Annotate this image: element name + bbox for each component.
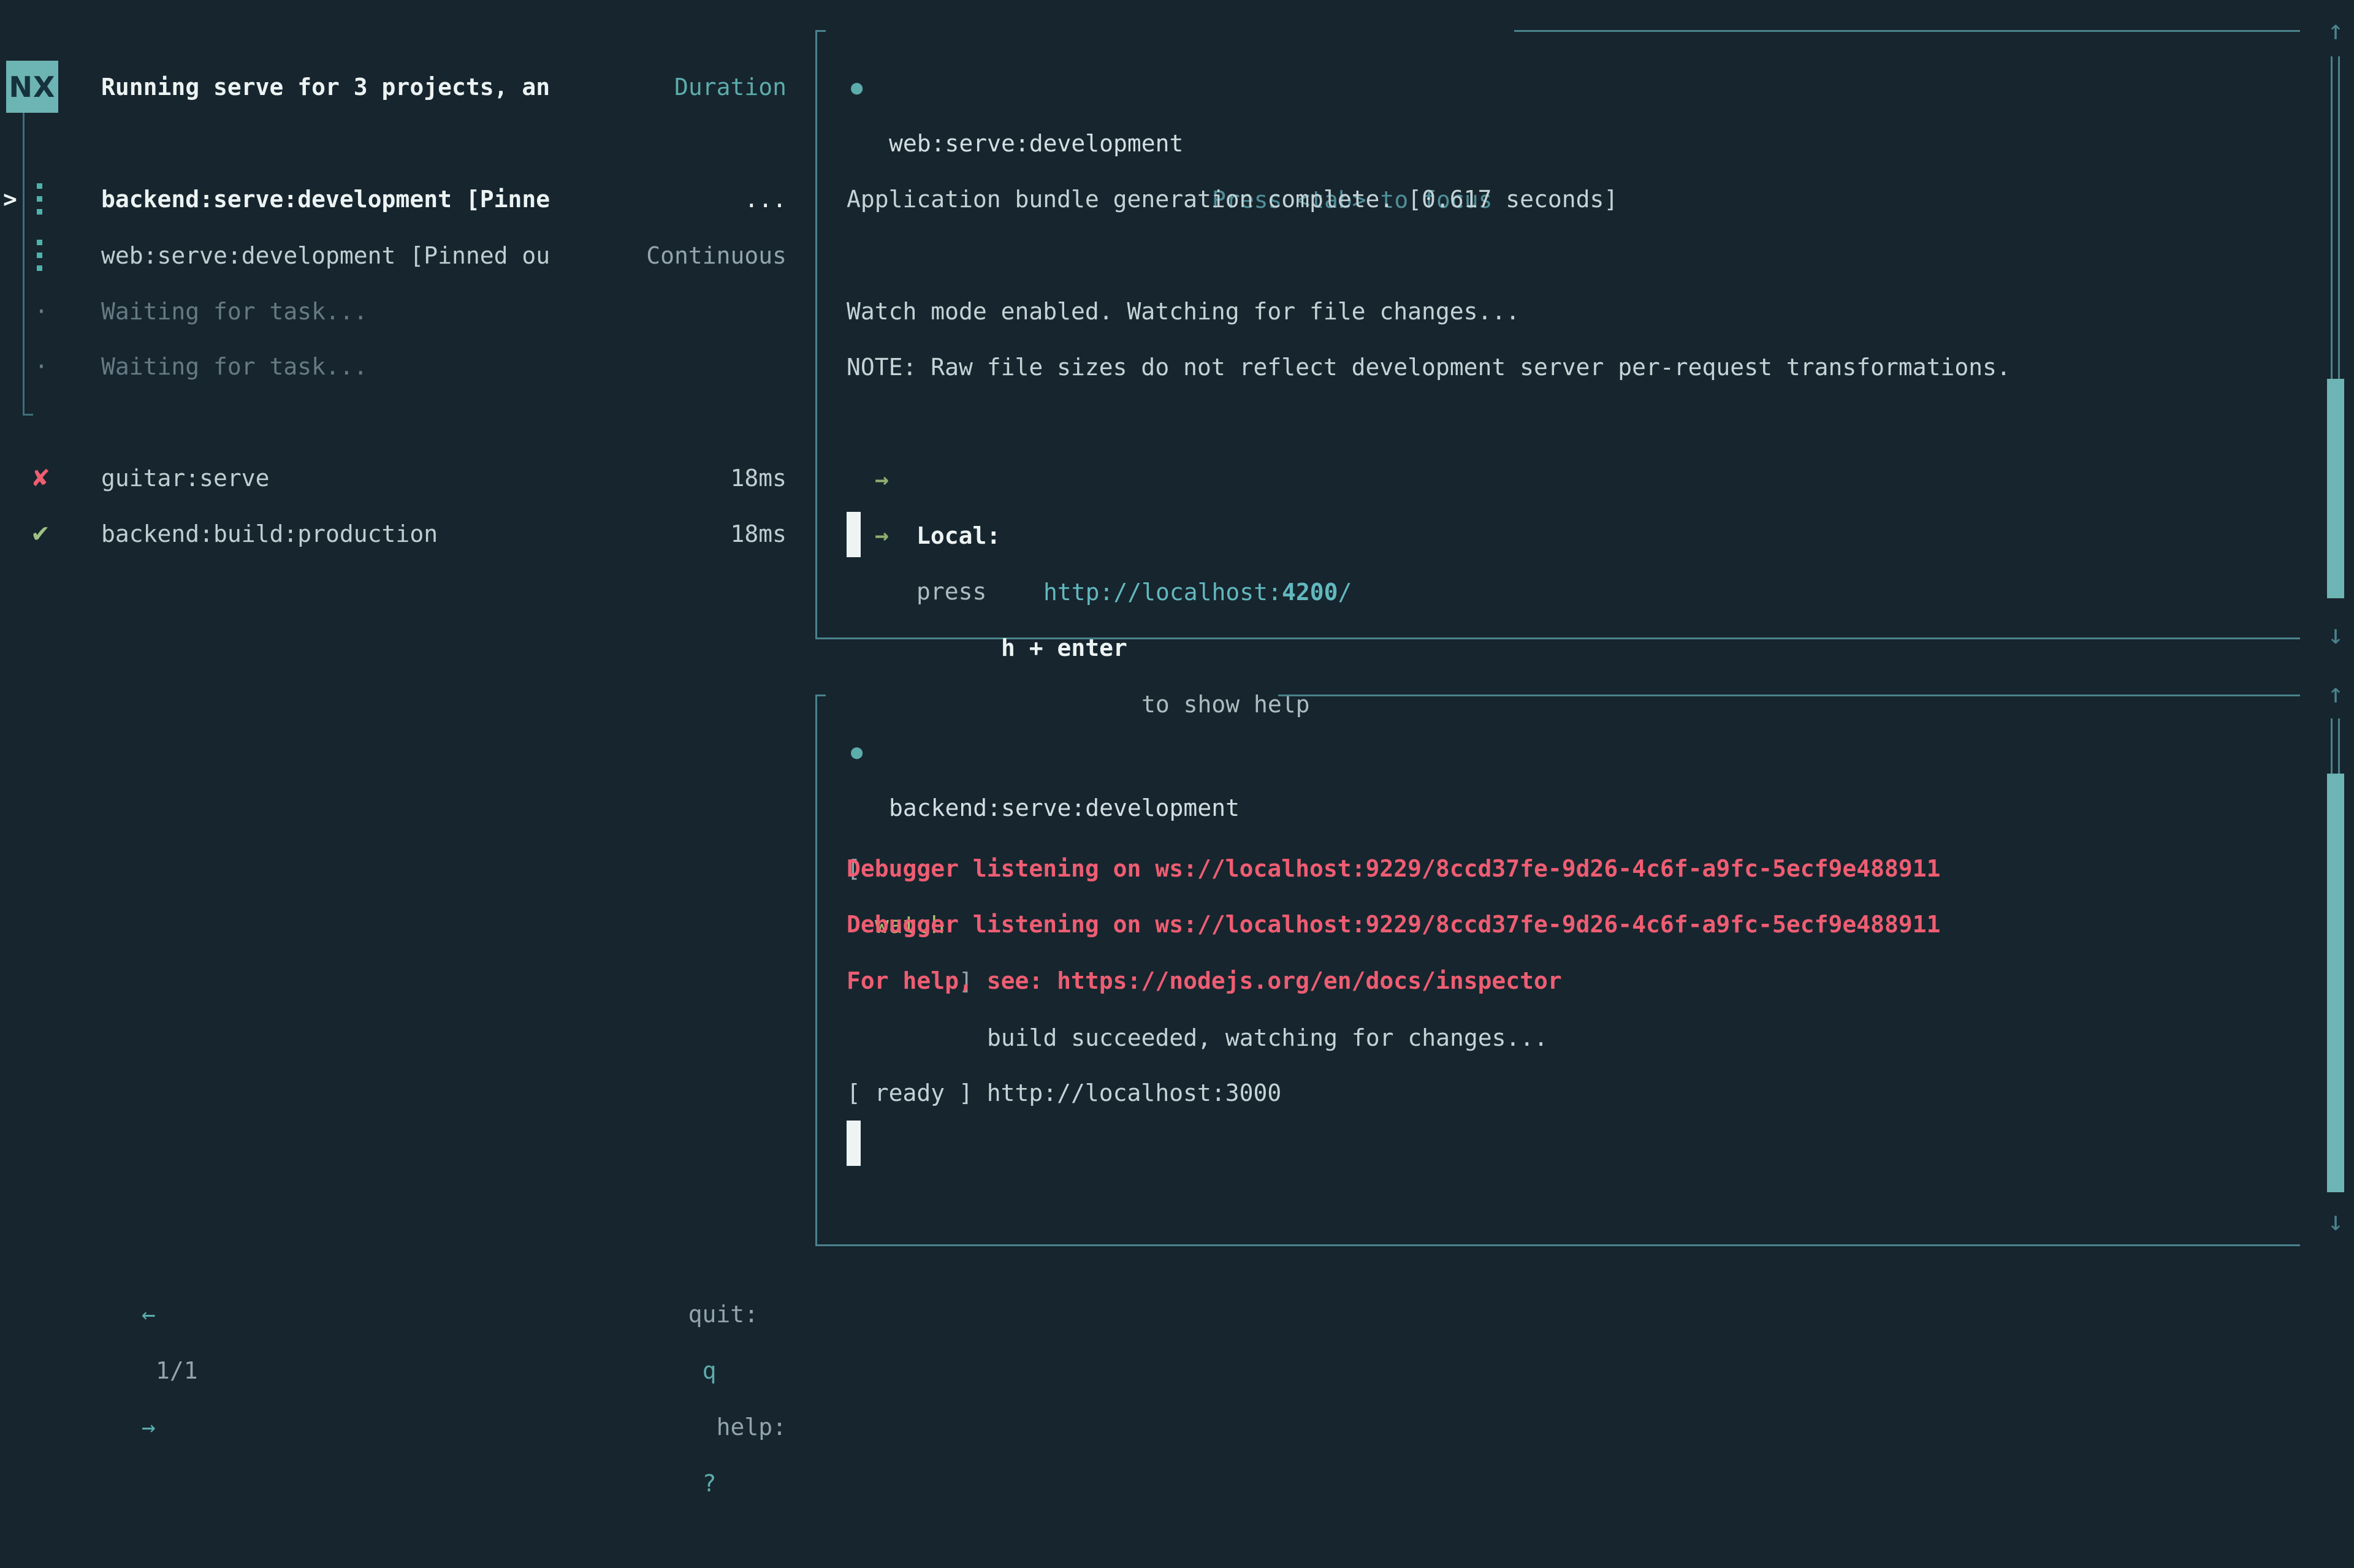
task-label: Waiting for task... (101, 283, 368, 340)
url-prefix: http://localhost: (1043, 579, 1282, 606)
watch-text: build succeeded, watching for changes... (987, 1010, 1548, 1066)
help-label: help: (717, 1414, 787, 1441)
log-line-watch-mode: Watch mode enabled. Watching for file ch… (847, 283, 1520, 340)
task-row-backend-serve[interactable]: > backend:serve:development [Pinne ... (0, 171, 815, 227)
log-line-debugger-2: Debugger listening on ws://localhost:922… (847, 896, 1940, 953)
log-line-bundle-complete: Application bundle generation complete. … (847, 171, 1618, 227)
local-label: Local: (916, 508, 1000, 564)
pager: ← 1/1 → (29, 1230, 212, 1512)
task-label: web:serve:development [Pinned ou (101, 227, 550, 284)
pane-border (1514, 30, 2300, 32)
log-line-inspector-help: For help, see: https://nodejs.org/en/doc… (847, 953, 1562, 1009)
terminal-cursor (847, 512, 861, 557)
scroll-down-icon[interactable]: ↓ (2318, 618, 2353, 652)
waiting-dot-icon: · (34, 283, 48, 340)
pager-page-indicator: 1/1 (156, 1357, 198, 1384)
quit-key: q (703, 1357, 717, 1384)
pane-border (1278, 695, 2300, 696)
scroll-down-icon[interactable]: ↓ (2318, 1205, 2353, 1239)
nx-terminal-ui: NX Running serve for 3 projects, an Dura… (0, 0, 2354, 1324)
task-sidebar: NX Running serve for 3 projects, an Dura… (0, 0, 815, 1324)
sidebar-title: Running serve for 3 projects, an (101, 59, 550, 115)
local-url-link[interactable]: http://localhost:4200/ (1043, 564, 1352, 620)
pager-next-icon[interactable]: → (142, 1414, 156, 1441)
task-status-text: Continuous (646, 227, 787, 284)
help-hint-keys: h + enter (1001, 620, 1127, 676)
pane-status-dot-icon: ● (851, 59, 863, 115)
scrollbar-track[interactable] (2331, 718, 2340, 774)
log-line-help-hint: → press h + enter to show help (0, 451, 2354, 507)
scrollbar-track[interactable] (2331, 56, 2340, 379)
keyboard-shortcuts: quit: q help: ? (576, 1230, 787, 1568)
help-key: ? (703, 1470, 717, 1497)
arrow-right-icon: → (875, 507, 889, 563)
pane-border (815, 1244, 2300, 1246)
pane-header: ● backend:serve:development (0, 667, 84, 723)
scroll-up-icon[interactable]: ↑ (2318, 677, 2353, 711)
pager-prev-icon[interactable]: ← (142, 1301, 156, 1328)
task-row-waiting-2[interactable]: · Waiting for task... (0, 338, 815, 395)
pane-title: web:serve:development (889, 115, 1183, 172)
url-port: 4200 (1282, 579, 1338, 606)
waiting-dot-icon: · (34, 338, 48, 395)
task-label: backend:serve:development [Pinne (101, 171, 550, 227)
scroll-up-icon[interactable]: ↑ (2318, 13, 2353, 48)
log-line-watch-succeeded: [ watch ] build succeeded, watching for … (0, 784, 2354, 840)
task-row-web-serve[interactable]: web:serve:development [Pinned ou Continu… (0, 227, 815, 284)
sidebar-header: Running serve for 3 projects, an Duratio… (0, 59, 815, 115)
task-duration: 18ms (730, 506, 787, 562)
quit-label: quit: (688, 1301, 758, 1328)
sidebar-footer: ← 1/1 → quit: q help: ? (0, 1230, 815, 1286)
terminal-cursor (847, 1121, 861, 1166)
log-line-local-url: → Local: http://localhost:4200/ (0, 395, 2354, 451)
log-line-note: NOTE: Raw file sizes do not reflect deve… (847, 339, 2011, 395)
duration-column-header: Duration (674, 59, 787, 115)
task-label: backend:build:production (101, 506, 438, 562)
task-row-backend-build[interactable]: ✔ backend:build:production 18ms (0, 506, 815, 562)
scrollbar-thumb[interactable] (2327, 379, 2344, 598)
pane-status-dot-icon: ● (851, 723, 863, 780)
url-suffix: / (1338, 579, 1352, 606)
task-row-waiting-1[interactable]: · Waiting for task... (0, 283, 815, 340)
help-hint-post: to show help (1141, 676, 1310, 733)
log-line-debugger-1: Debugger listening on ws://localhost:922… (847, 840, 1940, 897)
help-hint-pre: press (916, 563, 986, 620)
pane-header: ● web:serve:development Press <tab> to f… (0, 2, 84, 59)
pane-border (815, 30, 817, 639)
pane-border (815, 695, 817, 1246)
scrollbar-thumb[interactable] (2327, 774, 2344, 1192)
task-label: Waiting for task... (101, 338, 368, 395)
log-line-ready: [ ready ] http://localhost:3000 (847, 1065, 1281, 1121)
task-status-text: ... (744, 171, 787, 227)
